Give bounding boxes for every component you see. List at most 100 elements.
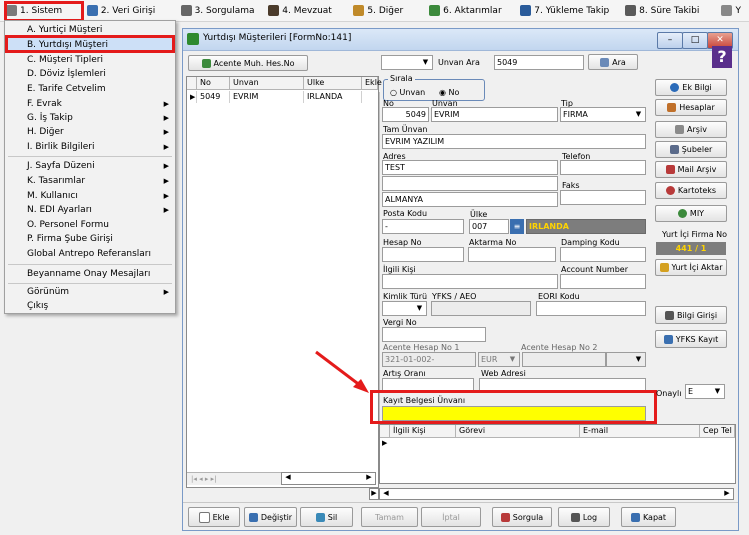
kimlik-turu-select[interactable]: ▼	[382, 301, 427, 316]
grid-header-ekle[interactable]: Ekle	[362, 77, 382, 90]
account-number-field[interactable]	[560, 274, 646, 289]
adres-line3[interactable]: ALMANYA	[382, 192, 558, 207]
eori-label: EORI Kodu	[538, 292, 580, 301]
tamam-button[interactable]: Tamam	[361, 507, 418, 527]
sorgula-button[interactable]: Sorgula	[492, 507, 552, 527]
table-row[interactable]: ▶ 5049 EVRIM IRLANDA	[187, 91, 376, 103]
degistir-button[interactable]: Değiştir	[244, 507, 297, 527]
menu-aktarimlar[interactable]: 6. Aktarımlar	[423, 0, 514, 22]
new-document-icon	[198, 511, 210, 523]
search-type-select[interactable]: ▼	[381, 55, 433, 70]
menu-veri-girisi[interactable]: 2. Veri Girişi	[81, 0, 175, 22]
menu-item-diger[interactable]: H. Diğer ▶	[5, 125, 175, 140]
sil-button[interactable]: Sil	[300, 507, 353, 527]
menu-sure-takibi[interactable]: 8. Süre Takibi	[619, 0, 715, 22]
menu-item-cikis[interactable]: Çıkış	[5, 299, 175, 314]
unvan-field[interactable]: EVRIM	[431, 107, 558, 122]
menu-item-gorunum[interactable]: Görünüm ▶	[5, 285, 175, 300]
scroll-right-icon[interactable]: ▶	[721, 489, 733, 499]
faks-field[interactable]	[560, 190, 646, 205]
menu-item-beyanname-onay[interactable]: Beyanname Onay Mesajları	[5, 267, 175, 282]
ulke-code-field[interactable]: 007	[469, 219, 509, 234]
miy-button[interactable]: MIY	[655, 205, 727, 222]
tip-select[interactable]: FIRMA ▼	[560, 107, 646, 122]
menu-more[interactable]: Y	[715, 0, 749, 22]
menu-item-personel-formu[interactable]: O. Personel Formu	[5, 218, 175, 233]
maximize-button[interactable]: □	[682, 32, 708, 49]
ekle-button[interactable]: Ekle	[188, 507, 240, 527]
damping-field[interactable]	[560, 247, 646, 262]
posta-kodu-field[interactable]: -	[382, 219, 464, 234]
onayli-select[interactable]: E ▼	[685, 384, 725, 399]
menu-item-musteri-tipleri[interactable]: C. Müşteri Tipleri	[5, 53, 175, 68]
adres-line2[interactable]	[382, 176, 558, 191]
minimize-button[interactable]: –	[657, 32, 683, 49]
menu-item-edi-ayarlari[interactable]: N. EDI Ayarları ▶	[5, 203, 175, 218]
acente-muh-button[interactable]: Acente Muh. Hes.No	[188, 55, 308, 71]
bilgi-girisi-button[interactable]: Bilgi Girişi	[655, 306, 727, 324]
contacts-hscrollbar[interactable]: ◀ ▶	[379, 488, 734, 500]
help-icon[interactable]: ?	[712, 46, 732, 68]
scroll-left-icon[interactable]: ◀	[282, 473, 294, 484]
subeler-button[interactable]: Şubeler	[655, 141, 727, 158]
customers-grid[interactable]: No Unvan Ulke Ekle ▶ 5049 EVRIM IRLANDA …	[186, 76, 382, 488]
menu-item-global-antrepo[interactable]: Global Antrepo Referansları	[5, 247, 175, 262]
kartoteks-button[interactable]: Kartoteks	[655, 182, 727, 199]
hesaplar-button[interactable]: Hesaplar	[655, 99, 727, 116]
contacts-header-gorevi[interactable]: Görevi	[456, 425, 580, 438]
lookup-icon[interactable]: ≡	[510, 219, 524, 234]
menu-item-firma-sube-girisi[interactable]: P. Firma Şube Girişi	[5, 232, 175, 247]
aktarma-no-field[interactable]	[468, 247, 556, 262]
tam-unvan-field[interactable]: EVRIM YAZILIM	[382, 134, 646, 149]
iptal-button[interactable]: İptal	[421, 507, 481, 527]
grid-hscrollbar[interactable]: ◀ ▶	[281, 472, 376, 485]
scroll-right-icon[interactable]: ▶	[363, 473, 375, 484]
menu-item-tasarimlar[interactable]: K. Tasarımlar ▶	[5, 174, 175, 189]
adres-line1[interactable]: TEST	[382, 160, 558, 175]
menu-mevzuat[interactable]: 4. Mevzuat	[262, 0, 347, 22]
menu-item-sayfa-duzeni[interactable]: J. Sayfa Düzeni ▶	[5, 159, 175, 174]
mail-arsiv-button[interactable]: Mail Arşiv	[655, 161, 727, 178]
menu-item-tarife-cetvelim[interactable]: E. Tarife Cetvelim	[5, 82, 175, 97]
vergi-no-field[interactable]	[382, 327, 486, 342]
sirala-label: Sırala	[388, 74, 415, 83]
ulke-label: Ülke	[470, 210, 488, 219]
scroll-left-icon[interactable]: ◀	[380, 489, 392, 499]
menu-sorgulama[interactable]: 3. Sorgulama	[175, 0, 263, 22]
ilgili-kisi-field[interactable]	[382, 274, 558, 289]
telefon-field[interactable]	[560, 160, 646, 175]
menu-item-is-takip[interactable]: G. İş Takip ▶	[5, 111, 175, 126]
yurtici-aktar-button[interactable]: Yurt İçi Aktar	[655, 259, 727, 276]
grid-header-ulke[interactable]: Ulke	[304, 77, 362, 90]
yfks-kayit-button[interactable]: YFKS Kayıt	[655, 330, 727, 348]
contacts-grid[interactable]: İlgili Kişi Görevi E-mail Cep Tel ▶	[379, 424, 736, 484]
menu-item-doviz-islemleri[interactable]: D. Döviz İşlemleri	[5, 67, 175, 82]
contacts-header-cep-tel[interactable]: Cep Tel	[700, 425, 735, 438]
kapat-button[interactable]: Kapat	[621, 507, 676, 527]
menu-item-evrak[interactable]: F. Evrak ▶	[5, 97, 175, 112]
hesap-no-field[interactable]	[382, 247, 464, 262]
no-field[interactable]: 5049	[382, 107, 429, 122]
ek-bilgi-button[interactable]: Ek Bilgi	[655, 79, 727, 96]
log-button[interactable]: Log	[558, 507, 610, 527]
contacts-header-ilgili-kisi[interactable]: İlgili Kişi	[390, 425, 456, 438]
menu-item-kullanici[interactable]: M. Kullanıcı ▶	[5, 189, 175, 204]
ara-button[interactable]: Ara	[588, 54, 638, 70]
splitter-scroll-right[interactable]: ▶	[369, 488, 379, 500]
contacts-header-email[interactable]: E-mail	[580, 425, 700, 438]
menu-diger[interactable]: 5. Diğer	[347, 0, 423, 22]
menu-item-label: M. Kullanıcı	[27, 191, 78, 201]
yurtdisi-highlight	[5, 35, 175, 53]
search-input[interactable]: 5049	[494, 55, 584, 70]
menu-yukleme-takip[interactable]: 7. Yükleme Takip	[514, 0, 619, 22]
menu-separator	[8, 283, 172, 284]
menu-item-birlik-bilgileri[interactable]: I. Birlik Bilgileri ▶	[5, 140, 175, 155]
grid-header-unvan[interactable]: Unvan	[230, 77, 304, 90]
eori-field[interactable]	[536, 301, 646, 316]
ekle-label: Ekle	[212, 512, 230, 522]
menu-item-label: E. Tarife Cetvelim	[27, 84, 106, 94]
grid-header-no[interactable]: No	[197, 77, 230, 90]
arsiv-button[interactable]: Arşiv	[655, 121, 727, 138]
menu-item-label: D. Döviz İşlemleri	[27, 69, 106, 79]
search-icon	[600, 57, 610, 67]
